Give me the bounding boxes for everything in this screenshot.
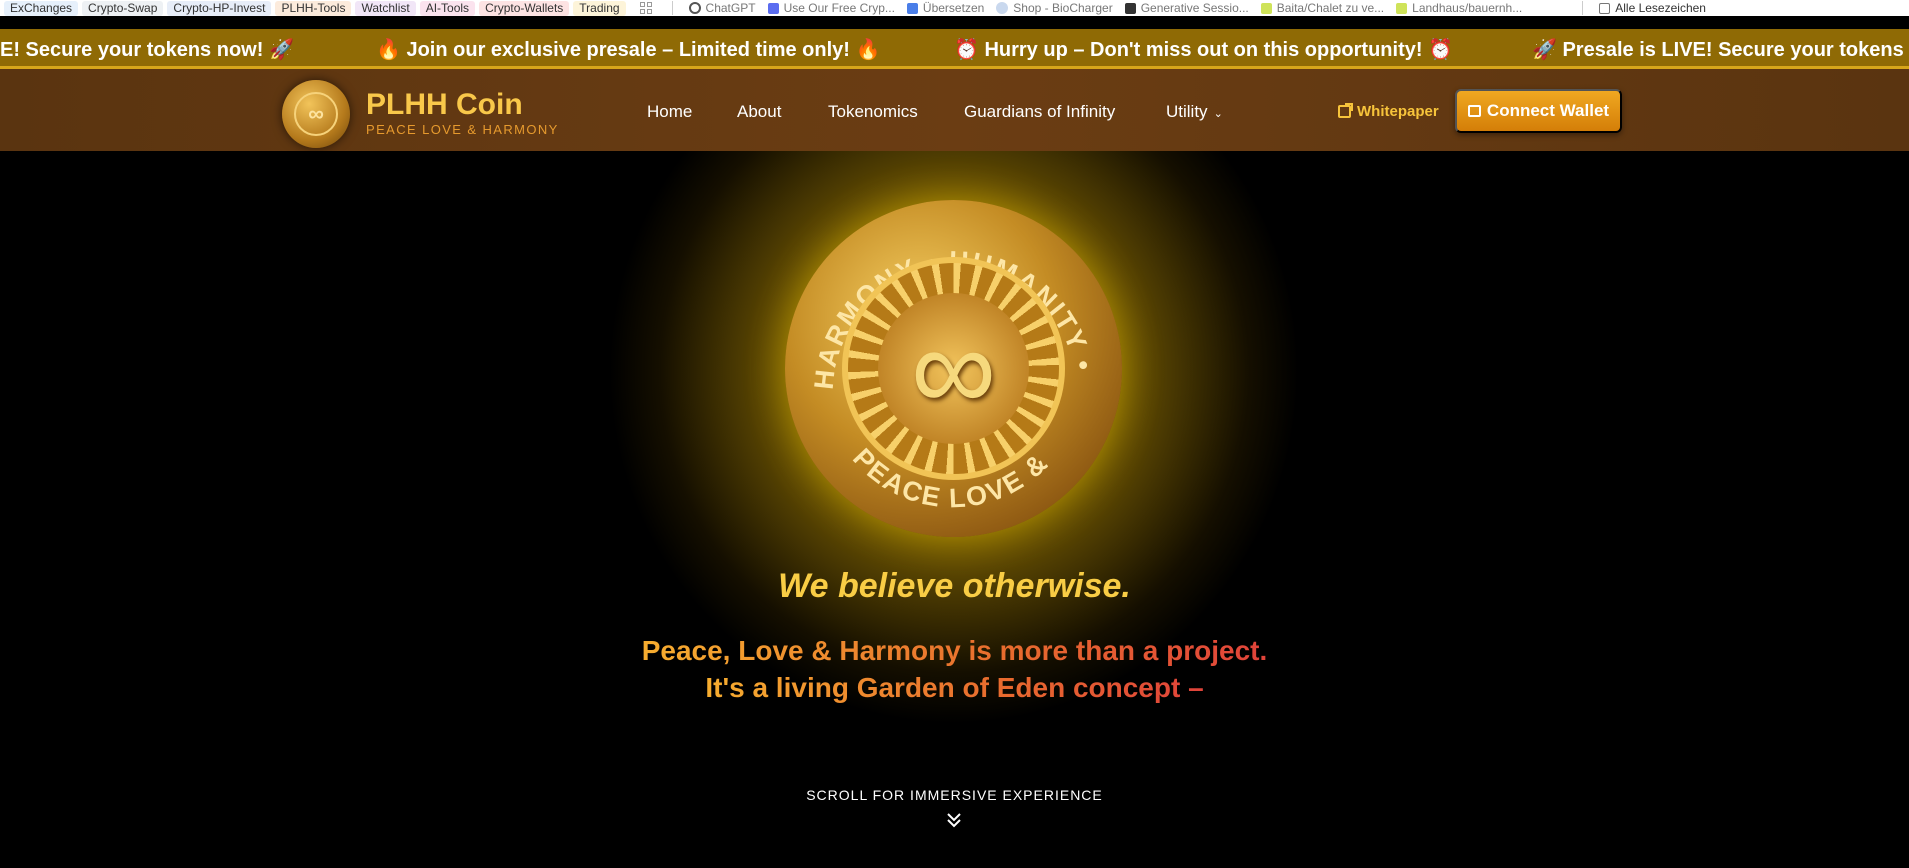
bookmark-label: ExChanges [10, 1, 73, 15]
nav-link-utility-label: Utility [1166, 102, 1208, 121]
bookmark-label: Baita/Chalet zu ve... [1276, 1, 1385, 15]
bookmark-exchanges[interactable]: ExChanges [4, 0, 79, 16]
double-chevron-down-icon[interactable] [945, 811, 963, 829]
hero-headline: We believe otherwise. [778, 567, 1131, 605]
bookmark-label: Übersetzen [922, 1, 985, 15]
whitepaper-link[interactable]: Whitepaper [1338, 103, 1439, 120]
external-link-icon [1338, 103, 1353, 118]
bookmark-landhaus[interactable]: Landhaus/bauernh... [1392, 1, 1526, 16]
brand-name[interactable]: PLHH Coin [366, 88, 523, 122]
bookmark-generative[interactable]: Generative Sessio... [1121, 1, 1253, 16]
chevron-down-icon: ⌄ [1213, 108, 1223, 120]
folder-icon [1599, 2, 1611, 14]
wallet-icon [1467, 105, 1481, 117]
nav-link-guardians[interactable]: Guardians of Infinity [964, 102, 1115, 122]
ticker-item: ⏰ Hurry up – Don't miss out on this oppo… [954, 39, 1453, 61]
bookmark-plhh-tools[interactable]: PLHH-Tools [275, 0, 352, 16]
bookmark-label: Crypto-Wallets [485, 1, 564, 15]
bookmark-baita[interactable]: Baita/Chalet zu ve... [1257, 1, 1388, 16]
hero-section: HARMONY • HUMANITY • for more PEACE LOVE… [0, 151, 1909, 868]
infinity-icon: ∞ [294, 92, 338, 136]
translate-icon [906, 2, 918, 14]
bookmark-crypto-wallets[interactable]: Crypto-Wallets [479, 0, 570, 16]
site-favicon-icon [767, 2, 779, 14]
ticker-item: 🔥 Join our exclusive presale – Limited t… [376, 39, 881, 61]
main-navbar: ∞ PLHH Coin PEACE LOVE & HARMONY Home Ab… [0, 69, 1909, 151]
plhh-coin-emblem: HARMONY • HUMANITY • for more PEACE LOVE… [785, 200, 1122, 537]
bookmarks-divider [1582, 1, 1584, 15]
whitepaper-label: Whitepaper [1357, 103, 1439, 120]
scroll-hint[interactable]: SCROLL FOR IMMERSIVE EXPERIENCE [0, 787, 1909, 803]
presale-ticker: E! Secure your tokens now! 🚀 🔥 Join our … [0, 29, 1909, 69]
bookmark-ai-tools[interactable]: AI-Tools [419, 0, 476, 16]
bookmark-label: ChatGPT [705, 1, 756, 15]
infinity-icon: ∞ [878, 293, 1029, 444]
ticker-item: 🚀 Presale is LIVE! Secure your tokens no [1532, 39, 1909, 61]
bookmark-crypto-hp-invest[interactable]: Crypto-HP-Invest [167, 0, 272, 16]
bookmark-watchlist[interactable]: Watchlist [355, 0, 416, 16]
brand-tagline: PEACE LOVE & HARMONY [366, 122, 559, 137]
nav-link-home[interactable]: Home [647, 102, 692, 122]
chatgpt-icon [688, 2, 701, 14]
bookmark-label: Generative Sessio... [1140, 1, 1249, 15]
connect-wallet-button[interactable]: Connect Wallet [1455, 89, 1622, 133]
hero-subline-2-text: It's a living Garden of Eden concept – [705, 672, 1204, 703]
bookmark-biocharger[interactable]: Shop - BioCharger [992, 1, 1116, 16]
bookmark-free-crypto[interactable]: Use Our Free Cryp... [764, 1, 899, 16]
bookmark-label: AI-Tools [425, 1, 470, 15]
bookmark-uebersetzen[interactable]: Übersetzen [903, 1, 988, 16]
bookmarks-divider [671, 1, 673, 15]
hero-subline-1: Peace, Love & Harmony is more than a pro… [0, 635, 1909, 667]
bookmark-trading[interactable]: Trading [573, 0, 626, 16]
bookmarks-bar: ExChanges Crypto-Swap Crypto-HP-Invest P… [0, 0, 1909, 16]
nav-link-utility[interactable]: Utility ⌄ [1166, 102, 1223, 122]
nav-link-tokenomics[interactable]: Tokenomics [828, 102, 918, 122]
bookmark-crypto-swap[interactable]: Crypto-Swap [82, 0, 164, 16]
hero-subline-2: It's a living Garden of Eden concept – [0, 672, 1909, 704]
ticker-item: E! Secure your tokens now! 🚀 [0, 39, 294, 61]
apps-grid-icon[interactable] [639, 2, 652, 14]
coin-sunburst-ring: ∞ [842, 257, 1065, 480]
all-bookmarks-label: Alle Lesezeichen [1615, 1, 1706, 15]
bookmark-label: Shop - BioCharger [1013, 1, 1113, 15]
bookmark-label: Use Our Free Cryp... [783, 1, 895, 15]
brand-logo[interactable]: ∞ [282, 80, 350, 148]
bookmark-label: PLHH-Tools [281, 1, 346, 15]
connect-wallet-label: Connect Wallet [1486, 101, 1610, 120]
id-favicon-icon [1260, 2, 1272, 14]
bookmark-label: Trading [579, 1, 620, 15]
id-favicon-icon [1396, 2, 1408, 14]
site-favicon-icon [1124, 2, 1136, 14]
all-bookmarks[interactable]: Alle Lesezeichen [1595, 1, 1710, 16]
site-favicon-icon [996, 2, 1009, 14]
bookmark-label: Watchlist [361, 1, 410, 15]
hero-subline-1-text: Peace, Love & Harmony is more than a pro… [641, 635, 1268, 666]
bookmark-label: Landhaus/bauernh... [1412, 1, 1523, 15]
bookmark-label: Crypto-HP-Invest [173, 1, 266, 15]
bookmark-label: Crypto-Swap [88, 1, 158, 15]
nav-link-about[interactable]: About [737, 102, 781, 122]
bookmark-chatgpt[interactable]: ChatGPT [685, 1, 760, 16]
